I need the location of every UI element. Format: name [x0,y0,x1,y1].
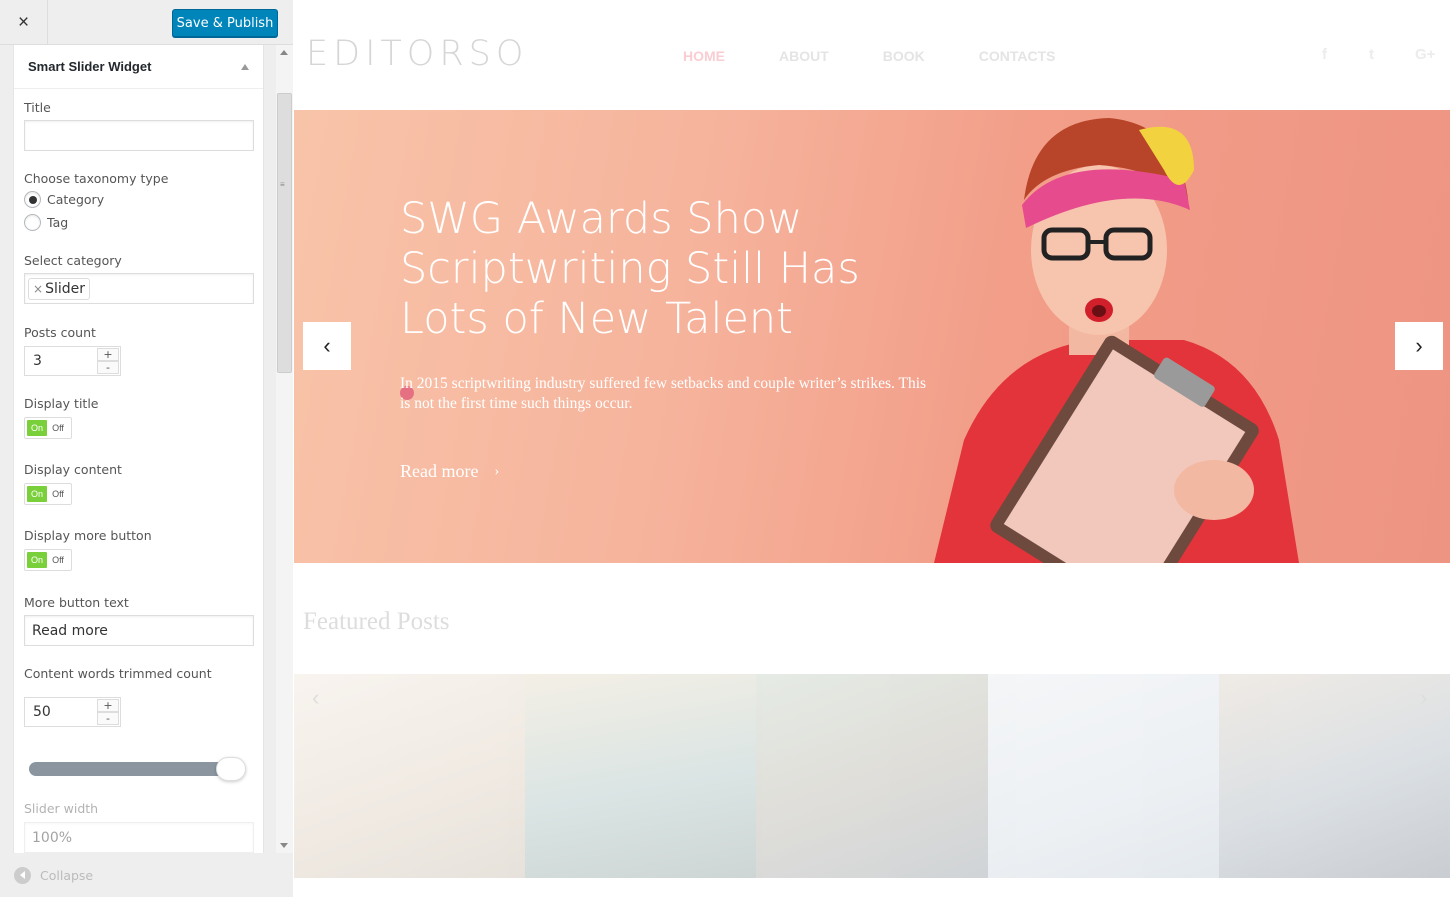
display-title-label: Display title [24,396,99,411]
close-icon[interactable]: × [0,0,48,45]
scroll-up-icon[interactable] [280,50,288,55]
toggle-off: Off [52,555,64,565]
twitter-icon[interactable]: t [1369,46,1374,63]
posts-count-stepper[interactable]: 3 + - [24,346,121,376]
collapse-button[interactable]: Collapse [0,853,293,897]
chevron-up-icon[interactable] [241,63,249,70]
featured-post-thumb[interactable] [525,674,757,878]
save-publish-button[interactable]: Save & Publish [172,9,278,37]
display-more-toggle[interactable]: On Off [24,549,72,571]
hero-slider: SWG Awards Show Scriptwriting Still Has … [294,110,1450,563]
radio-category[interactable]: Category [24,191,104,208]
customizer-sidebar: × Save & Publish Smart Slider Widget Tit… [0,0,293,897]
taxonomy-label: Choose taxonomy type [24,171,169,186]
strip-next-icon[interactable]: › [1420,685,1427,711]
featured-post-thumb[interactable] [1218,674,1450,878]
featured-post-thumb[interactable] [294,674,526,878]
radio-tag-label: Tag [47,215,69,230]
increment-button[interactable]: + [97,348,119,361]
nav-about[interactable]: ABOUT [779,48,829,64]
more-text-input[interactable]: Read more [24,615,254,646]
scroll-down-icon[interactable] [280,843,288,848]
radio-button[interactable] [24,191,41,208]
posts-count-value: 3 [33,353,42,369]
site-logo[interactable]: EDITORSO [306,34,528,74]
featured-post-thumb[interactable] [987,674,1219,878]
trim-count-stepper[interactable]: 50 + - [24,697,121,727]
increment-button[interactable]: + [97,699,119,712]
category-tag-label: Slider [45,280,85,297]
collapse-icon [14,866,31,884]
hero-read-more-label: Read more [400,461,479,481]
featured-posts-title: Featured Posts [303,608,450,635]
title-label: Title [24,100,51,115]
decrement-button[interactable]: - [97,361,119,374]
chevron-right-icon: › [494,463,500,479]
customizer-header: × Save & Publish [0,0,293,45]
radio-category-label: Category [47,192,105,207]
hero-read-more-link[interactable]: Read more › [400,461,499,482]
hero-text: In 2015 scriptwriting industry suffered … [400,375,927,412]
nav-home[interactable]: HOME [683,48,725,64]
featured-post-thumb[interactable] [756,674,988,878]
display-title-toggle[interactable]: On Off [24,417,72,439]
toggle-off: Off [52,423,64,433]
scroll-thumb[interactable] [277,93,292,373]
range-track[interactable] [29,762,234,776]
category-label: Select category [24,253,122,268]
slider-prev-button[interactable]: ‹ [303,322,351,370]
trim-range-slider[interactable] [29,757,247,781]
radio-button[interactable] [24,214,41,231]
nav-contacts[interactable]: CONTACTS [979,48,1056,64]
remove-tag-icon[interactable]: × [33,282,43,296]
widget-title: Smart Slider Widget [28,59,152,74]
display-content-toggle[interactable]: On Off [24,483,72,505]
display-content-label: Display content [24,462,122,477]
google-plus-icon[interactable]: G+ [1415,46,1435,63]
toggle-on: On [27,486,47,502]
grip-icon: ≡ [280,180,285,189]
trim-count-value: 50 [33,704,51,720]
collapse-label: Collapse [40,867,94,883]
radio-tag[interactable]: Tag [24,214,68,231]
posts-count-label: Posts count [24,325,96,340]
strip-prev-icon[interactable]: ‹ [312,685,319,711]
display-more-label: Display more button [24,528,152,543]
facebook-icon[interactable]: f [1322,46,1327,63]
decrement-button[interactable]: - [97,712,119,725]
slider-next-button[interactable]: › [1395,322,1443,370]
trim-count-label: Content words trimmed count [24,666,212,681]
range-thumb[interactable] [216,757,246,781]
more-text-label: More button text [24,595,129,610]
category-tag: × Slider [28,277,90,300]
widget-header[interactable]: Smart Slider Widget [14,45,263,89]
featured-posts-strip [294,674,1450,878]
slider-width-label: Slider width [24,801,99,816]
toggle-on: On [27,420,47,436]
slider-width-input[interactable]: 100% [24,822,254,853]
toggle-on: On [27,552,47,568]
toggle-off: Off [52,489,64,499]
nav-book[interactable]: BOOK [883,48,925,64]
panel-scrollbar[interactable]: ≡ [276,45,293,853]
title-input[interactable] [24,120,254,151]
main-nav: HOME ABOUT BOOK CONTACTS [683,48,1110,64]
hero-title: SWG Awards Show Scriptwriting Still Has … [400,194,860,344]
site-preview: EDITORSO HOME ABOUT BOOK CONTACTS f t G+ [294,0,1450,897]
widget-panel: Smart Slider Widget Title Choose taxonom… [13,45,264,853]
category-select[interactable]: × Slider [24,273,254,304]
